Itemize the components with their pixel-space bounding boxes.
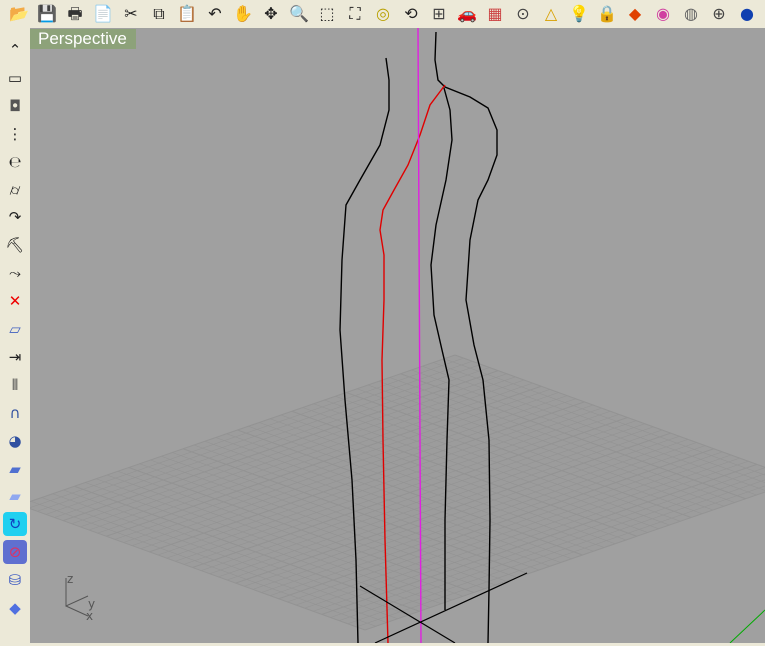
cut-icon[interactable]: ✂ bbox=[119, 3, 143, 25]
y-axis-line bbox=[729, 609, 765, 643]
pan-icon[interactable]: ✋ bbox=[231, 3, 255, 25]
rotate-icon[interactable]: ↻ bbox=[3, 512, 27, 537]
arch-icon[interactable]: ∩ bbox=[3, 401, 27, 425]
paste-icon[interactable]: 📋 bbox=[175, 3, 199, 25]
fillet-icon[interactable]: ↷ bbox=[3, 205, 27, 229]
patch-icon[interactable]: ◕ bbox=[3, 429, 27, 453]
zoom-selected-icon[interactable]: ◎ bbox=[371, 3, 395, 25]
rebuild-curve-icon[interactable]: ⋮ bbox=[3, 122, 27, 146]
cylinder-icon[interactable]: ⛁ bbox=[3, 568, 27, 592]
perspective-viewport[interactable]: zyx Perspective bbox=[30, 28, 765, 643]
save-icon[interactable]: 💾 bbox=[35, 3, 59, 25]
dimension-icon[interactable]: ⇥ bbox=[3, 345, 27, 369]
light-icon[interactable]: 💡 bbox=[567, 3, 591, 25]
zoom-dynamic-icon[interactable]: 🔍 bbox=[287, 3, 311, 25]
circle-icon[interactable]: ◘ bbox=[3, 94, 27, 118]
render-sphere-icon[interactable]: ● bbox=[735, 3, 759, 25]
cylinder-curve-icon[interactable]: ⌭ bbox=[3, 178, 27, 202]
copy-icon[interactable]: ⧉ bbox=[147, 3, 171, 25]
select-icon[interactable]: △ bbox=[539, 3, 563, 25]
lock-icon[interactable]: 🔒 bbox=[595, 3, 619, 25]
rotate-view-icon[interactable]: ✥ bbox=[259, 3, 283, 25]
undo-icon[interactable]: ↶ bbox=[203, 3, 227, 25]
four-viewports-icon[interactable]: ⊞ bbox=[427, 3, 451, 25]
revolve-icon[interactable]: ℮ bbox=[3, 150, 27, 174]
surface-icon[interactable]: ▱ bbox=[3, 317, 27, 341]
worker-icon[interactable]: ⛏ bbox=[3, 233, 27, 257]
undo-view-icon[interactable]: ⟲ bbox=[399, 3, 423, 25]
wireframe-sphere-icon[interactable]: ⊕ bbox=[707, 3, 731, 25]
print-icon[interactable]: 🖶 bbox=[63, 3, 87, 25]
main-toolbar: 📂 💾 🖶 📄 ✂ ⧉ 📋 ↶ ✋ ✥ 🔍 ⬚ ⛶ ◎ ⟲ ⊞ 🚗 ▦ ⊙ △ 💡 🔒 ◆ ◉ ◍ ⊕ ● bbox=[0, 0, 765, 28]
offset-icon[interactable]: ⤳ bbox=[3, 261, 27, 285]
viewport-title[interactable]: Perspective bbox=[30, 29, 136, 49]
sphere-icon[interactable]: ⊘ bbox=[3, 540, 27, 565]
side-toolbar: ⌃ ▭ ◘ ⋮ ℮ ⌭ ↷ ⛏ ⤳ ✕ ▱ ⇥ ⫴ ∩ ◕ ▰ ▰ ↻ ⊘ ⛁ ◆ bbox=[0, 28, 31, 646]
mirror-icon[interactable]: ⫴ bbox=[3, 373, 27, 397]
car-icon[interactable]: 🚗 bbox=[455, 3, 479, 25]
axis-label-z: z bbox=[67, 572, 73, 586]
axis-label-x: x bbox=[86, 609, 93, 623]
diamond-icon[interactable]: ◆ bbox=[3, 596, 27, 620]
layers-icon[interactable]: ◆ bbox=[623, 3, 647, 25]
osnap-icon[interactable]: ⊙ bbox=[511, 3, 535, 25]
color-wheel-icon[interactable]: ◉ bbox=[651, 3, 675, 25]
curve-icon[interactable]: ▭ bbox=[3, 66, 27, 90]
zoom-extents-icon[interactable]: ⛶ bbox=[343, 3, 367, 25]
viewport-canvas[interactable]: zyx bbox=[30, 28, 765, 643]
open-icon[interactable]: 📂 bbox=[7, 3, 31, 25]
grid-snap-icon[interactable]: ▦ bbox=[483, 3, 507, 25]
polyline-icon[interactable]: ⌃ bbox=[3, 38, 27, 62]
delete-point-icon[interactable]: ✕ bbox=[3, 289, 27, 313]
loft-icon[interactable]: ▰ bbox=[3, 484, 27, 508]
shaded-sphere-icon[interactable]: ◍ bbox=[679, 3, 703, 25]
zoom-window-icon[interactable]: ⬚ bbox=[315, 3, 339, 25]
plane-surface-icon[interactable]: ▰ bbox=[3, 457, 27, 481]
import-icon[interactable]: 📄 bbox=[91, 3, 115, 25]
